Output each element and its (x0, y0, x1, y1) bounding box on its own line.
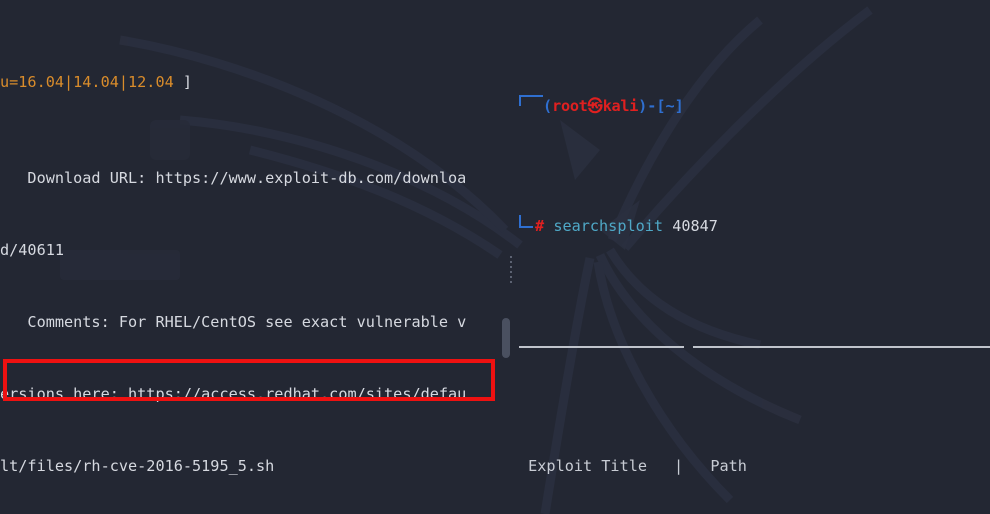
shell-prompt-top: (root㉿kali)-[~] (519, 94, 990, 118)
table-rule-segment (693, 346, 990, 348)
prompt-user: root (552, 97, 588, 115)
output-line: Comments: For RHEL/CentOS see exact vuln… (0, 313, 467, 331)
prompt-corner-bottom-icon (519, 215, 533, 228)
output-line: Download URL: https://www.exploit-db.com… (0, 169, 467, 187)
prompt-sigil: # (535, 217, 545, 235)
prompt-path: [~] (656, 97, 684, 115)
table-rule-segment (519, 346, 684, 348)
output-line: lt/files/rh-cve-2016-5195_5.sh (0, 457, 275, 475)
tag-close-bracket: ] (173, 73, 193, 91)
output-line: u=16.04|14.04|12.04 ] (0, 70, 500, 94)
tag-versions: u=16.04|14.04|12.04 (0, 73, 174, 91)
column-separator: | (674, 457, 684, 475)
output-line: d/40611 (0, 241, 65, 259)
searchsploit-pane[interactable]: (root㉿kali)-[~] # searchsploit 40847 Exp… (519, 0, 990, 514)
prompt-paren-open: ( (543, 97, 553, 115)
prompt-host: kali (602, 97, 639, 115)
linpeas-output-pane[interactable]: u=16.04|14.04|12.04 ] Download URL: http… (0, 0, 500, 514)
table-header-row: Exploit Title | Path (519, 454, 990, 478)
shell-command-line[interactable]: # searchsploit 40847 (519, 214, 990, 238)
output-line: ersions here: https://access.redhat.com/… (0, 385, 467, 403)
scrollbar-thumb[interactable] (502, 318, 510, 358)
command-argument: 40847 (672, 217, 718, 235)
terminal-window[interactable]: u=16.04|14.04|12.04 ] Download URL: http… (0, 0, 990, 514)
column-header-path: Path (701, 457, 747, 475)
column-header-title: Exploit Title (519, 457, 648, 475)
kali-at-icon: ㉿ (587, 97, 603, 115)
pane-divider (510, 256, 512, 286)
table-rule-top (519, 334, 990, 358)
prompt-corner-icon (519, 95, 543, 106)
command-name: searchsploit (553, 217, 664, 235)
prompt-paren-close: )- (638, 97, 657, 115)
